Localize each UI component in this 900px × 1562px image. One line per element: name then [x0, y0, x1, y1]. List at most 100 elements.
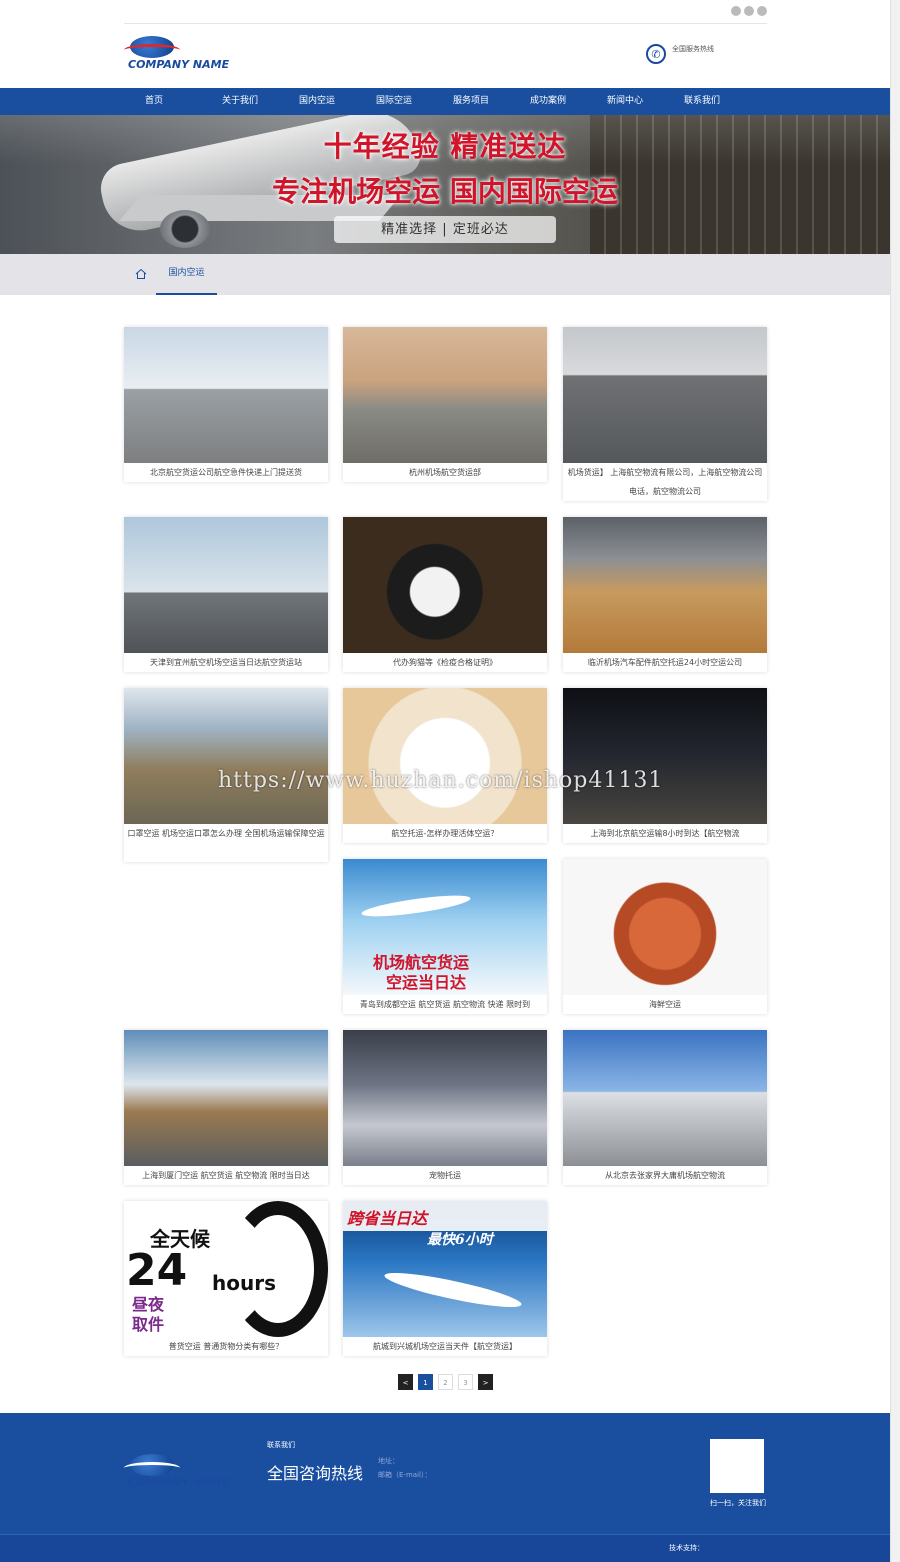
product-image[interactable]	[563, 859, 767, 995]
product-caption[interactable]: 上海到厦门空运 航空货运 航空物流 限时当日达	[124, 1166, 328, 1185]
nav-item-4[interactable]: 服务项目	[432, 88, 509, 115]
tech-support: 技术支持：	[669, 1544, 704, 1552]
product-card[interactable]: 机场航空货运 空运当日达 青岛到成都空运 航空货运 航空物流 快递 限时到	[343, 859, 547, 1014]
promo-line-1: 机场航空货运	[373, 953, 470, 972]
breadcrumb-current[interactable]: 国内空运	[156, 254, 217, 295]
product-image[interactable]	[563, 327, 767, 463]
footer-address: 地址： 邮箱（E-mail）：	[378, 1454, 431, 1482]
footer-contact-title[interactable]: 联系我们	[267, 1440, 295, 1450]
product-image[interactable]	[563, 1030, 767, 1166]
product-image[interactable]: 机场航空货运 空运当日达	[343, 859, 547, 995]
product-image[interactable]	[124, 517, 328, 653]
product-caption[interactable]: 北京航空货运公司航空急件快递上门提送货	[124, 463, 328, 482]
product-caption[interactable]: 航城到兴城机场空运当天件【航空货运】	[343, 1337, 547, 1356]
product-caption[interactable]: 宠物托运	[343, 1166, 547, 1185]
product-caption[interactable]: 天津到宜州航空机场空运当日达航空货运站	[124, 653, 328, 672]
product-image[interactable]	[343, 517, 547, 653]
clock-number: 24	[126, 1245, 188, 1296]
product-image[interactable]: 跨省当日达最快6小时	[343, 1201, 547, 1337]
product-image[interactable]	[343, 327, 547, 463]
product-caption[interactable]: 机场货运】 上海航空物流有限公司，上海航空物流公司电话，航空物流公司	[563, 463, 767, 501]
product-caption[interactable]: 口罩空运 机场空运口罩怎么办理 全国机场运输保障空运	[124, 824, 328, 862]
product-image[interactable]	[124, 1030, 328, 1166]
product-caption[interactable]: 从北京去张家界大庸机场航空物流	[563, 1166, 767, 1185]
watermark: https://www.huzhan.com/ishop41131	[218, 768, 664, 793]
main-nav: 首页 关于我们 国内空运 国际空运 服务项目 成功案例 新闻中心 联系我们	[0, 88, 890, 115]
jet-shape	[382, 1266, 524, 1314]
nav-item-0[interactable]: 首页	[124, 88, 201, 115]
nav-item-2[interactable]: 国内空运	[278, 88, 355, 115]
product-image[interactable]	[563, 688, 767, 824]
product-image[interactable]	[124, 327, 328, 463]
qr-code	[710, 1439, 764, 1493]
sameday-title: 跨省当日达	[347, 1209, 428, 1228]
breadcrumb: 国内空运	[0, 254, 890, 295]
product-card[interactable]: 杭州机场航空货运部	[343, 327, 547, 482]
product-card[interactable]: 上海到北京航空运输8小时到达【航空物流	[563, 688, 767, 843]
product-card[interactable]: 海鲜空运	[563, 859, 767, 1014]
product-card[interactable]: 北京航空货运公司航空急件快递上门提送货	[124, 327, 328, 482]
product-card[interactable]: 全天候 24 hours 昼夜 取件 普货空运 普通货物分类有哪些？	[124, 1201, 328, 1356]
nav-item-3[interactable]: 国际空运	[355, 88, 432, 115]
product-card[interactable]: 天津到宜州航空机场空运当日达航空货运站	[124, 517, 328, 672]
product-caption[interactable]: 航空托运-怎样办理活体空运？	[343, 824, 547, 843]
next-page-button[interactable]: >	[478, 1374, 493, 1390]
page-2-button[interactable]: 2	[438, 1374, 453, 1390]
product-caption[interactable]: 代办狗猫等《检疫合格证明》	[343, 653, 547, 672]
nav-item-5[interactable]: 成功案例	[509, 88, 586, 115]
qq-icon[interactable]	[744, 6, 754, 16]
product-caption[interactable]: 青岛到成都空运 航空货运 航空物流 快递 限时到	[343, 995, 547, 1014]
promo-line-2: 空运当日达	[386, 973, 467, 992]
clock-hours: hours	[212, 1271, 276, 1295]
email-label: 邮箱（E-mail）：	[378, 1471, 432, 1479]
clock-icon	[228, 1201, 328, 1337]
footer-logo-text: COMPANY NAME	[128, 1476, 230, 1489]
sameday-sub: 最快6小时	[427, 1232, 493, 1248]
footer-logo[interactable]: COMPANY NAME	[124, 1452, 229, 1494]
pagination: < 1 2 3 >	[398, 1374, 493, 1390]
product-card[interactable]: 跨省当日达最快6小时航城到兴城机场空运当天件【航空货运】	[343, 1201, 547, 1356]
qr-caption: 扫一扫，关注我们	[710, 1499, 766, 1507]
product-card[interactable]: 代办狗猫等《检疫合格证明》	[343, 517, 547, 672]
page-1-button[interactable]: 1	[418, 1374, 433, 1390]
nav-item-7[interactable]: 联系我们	[663, 88, 740, 115]
scrollbar[interactable]	[890, 0, 900, 1562]
hotline-label: 全国服务热线	[672, 45, 714, 53]
product-card[interactable]: 宠物托运	[343, 1030, 547, 1185]
nav-item-1[interactable]: 关于我们	[201, 88, 278, 115]
product-caption[interactable]: 临沂机场汽车配件航空托运24小时空运公司	[563, 653, 767, 672]
address-label: 地址：	[378, 1457, 399, 1465]
phone-icon: ✆	[646, 44, 666, 64]
company-logo[interactable]: COMPANY NAME	[124, 34, 229, 76]
product-card[interactable]: 从北京去张家界大庸机场航空物流	[563, 1030, 767, 1185]
product-image[interactable]	[124, 688, 328, 824]
social-links	[731, 6, 767, 16]
wechat-icon[interactable]	[731, 6, 741, 16]
product-image[interactable]	[563, 517, 767, 653]
clock-bottom-2: 取件	[132, 1315, 165, 1334]
top-bar	[124, 0, 767, 24]
clock-bottom-1: 昼夜	[132, 1295, 165, 1314]
product-card[interactable]: 机场货运】 上海航空物流有限公司，上海航空物流公司电话，航空物流公司	[563, 327, 767, 501]
product-caption[interactable]: 普货空运 普通货物分类有哪些？	[124, 1337, 328, 1356]
weibo-icon[interactable]	[757, 6, 767, 16]
home-icon[interactable]	[135, 268, 147, 280]
banner-title-1: 十年经验 精准送达	[323, 130, 567, 163]
logo-text: COMPANY NAME	[128, 58, 230, 71]
plane-shape	[360, 891, 472, 921]
product-card[interactable]: 临沂机场汽车配件航空托运24小时空运公司	[563, 517, 767, 672]
footer-hotline: 全国咨询热线	[267, 1464, 364, 1483]
product-image[interactable]	[343, 1030, 547, 1166]
nav-item-6[interactable]: 新闻中心	[586, 88, 663, 115]
product-caption[interactable]: 海鲜空运	[563, 995, 767, 1014]
hero-banner: 十年经验 精准送达 专注机场空运 国内国际空运 精准选择 | 定班必达	[0, 115, 890, 254]
banner-tagline: 精准选择 | 定班必达	[334, 216, 556, 243]
product-caption[interactable]: 上海到北京航空运输8小时到达【航空物流	[563, 824, 767, 843]
product-caption[interactable]: 杭州机场航空货运部	[343, 463, 547, 482]
product-image[interactable]	[343, 688, 547, 824]
page-3-button[interactable]: 3	[458, 1374, 473, 1390]
product-image[interactable]: 全天候 24 hours 昼夜 取件	[124, 1201, 328, 1337]
product-card[interactable]: 航空托运-怎样办理活体空运？	[343, 688, 547, 843]
prev-page-button[interactable]: <	[398, 1374, 413, 1390]
product-card[interactable]: 上海到厦门空运 航空货运 航空物流 限时当日达	[124, 1030, 328, 1185]
